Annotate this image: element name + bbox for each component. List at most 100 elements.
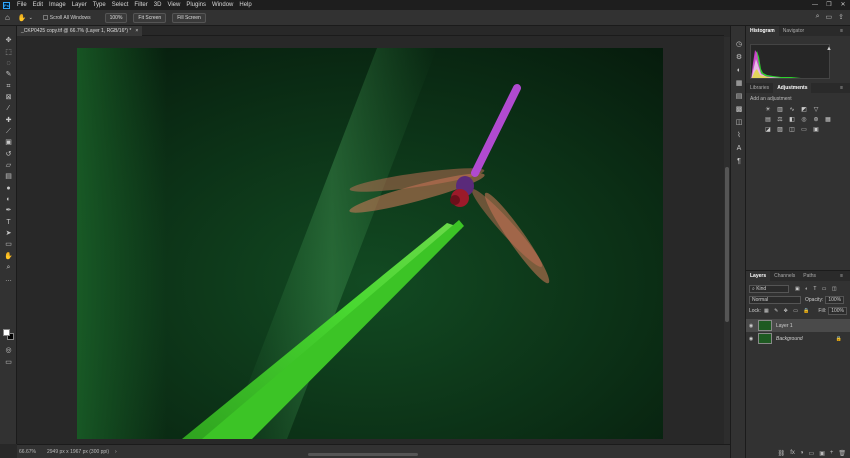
search-icon[interactable]: ⌕ (816, 13, 820, 21)
fx-icon[interactable]: fx (790, 450, 795, 456)
character-icon[interactable]: A (734, 144, 744, 154)
menu-plugins[interactable]: Plugins (183, 2, 209, 8)
tab-adjustments[interactable]: Adjustments (773, 83, 812, 93)
dodge-tool-icon[interactable]: ◐ (4, 195, 13, 204)
minimize-button[interactable]: — (808, 0, 822, 10)
document-tab[interactable]: _CKP0425 copy.tif @ 66.7% (Layer 1, RGB/… (17, 26, 143, 36)
paragraph-icon[interactable]: ¶ (734, 157, 744, 167)
stamp-tool-icon[interactable]: ▣ (4, 138, 13, 147)
history-brush-icon[interactable]: ↺ (4, 150, 13, 159)
brush-tool-icon[interactable]: ⟋ (4, 127, 13, 136)
menu-window[interactable]: Window (209, 2, 236, 8)
visibility-eye-icon[interactable]: ◉ (746, 336, 756, 342)
photo-filter-icon[interactable]: ◎ (800, 117, 808, 124)
more-tools-icon[interactable]: … (4, 275, 13, 284)
patterns-icon[interactable]: ▩ (734, 105, 744, 115)
photo-canvas[interactable] (77, 48, 663, 439)
gradients-icon[interactable]: ▤ (734, 92, 744, 102)
link-icon[interactable]: ⛓ (778, 450, 786, 457)
posterize-icon[interactable]: ▨ (776, 127, 784, 134)
properties-icon[interactable]: ⚙ (734, 53, 744, 63)
menu-select[interactable]: Select (109, 2, 132, 8)
lock-icons[interactable]: ▦ ✎ ✥ ▭ 🔒 (764, 308, 812, 314)
crop-tool-icon[interactable]: ⌗ (4, 82, 13, 91)
type-tool-icon[interactable]: T (4, 218, 13, 227)
quick-mask-icon[interactable]: ◎ (4, 346, 13, 355)
eyedropper-tool-icon[interactable]: ⁄ (4, 104, 13, 113)
path-select-icon[interactable]: ➤ (4, 229, 13, 238)
horizontal-scroll-thumb[interactable] (308, 453, 418, 456)
canvas-area[interactable] (17, 37, 724, 444)
frame-tool-icon[interactable]: ⊠ (4, 93, 13, 102)
filter-kind-select[interactable]: ⌕ Kind (749, 284, 789, 293)
menu-image[interactable]: Image (46, 2, 69, 8)
layer-filter-icons[interactable]: ▣ ◐ T ▭ ◫ (795, 286, 839, 292)
pen-tool-icon[interactable]: ✒ (4, 206, 13, 215)
gradient-tool-icon[interactable]: ▤ (4, 172, 13, 181)
zoom-level[interactable]: 66.67% (17, 449, 47, 455)
home-icon[interactable]: ⌂ (5, 13, 10, 22)
adjustment-layer-icon[interactable]: ▭ (809, 450, 815, 457)
layer-row-layer-1[interactable]: ◉ Layer 1 (746, 319, 850, 332)
menu-edit[interactable]: Edit (30, 2, 46, 8)
vertical-scroll-thumb[interactable] (725, 167, 729, 322)
menu-type[interactable]: Type (90, 2, 109, 8)
hand-tool-icon[interactable]: ✋ (4, 252, 13, 261)
invert-icon[interactable]: ◪ (764, 127, 772, 134)
restore-button[interactable]: ❐ (822, 0, 836, 10)
channels-icon[interactable]: ◫ (734, 118, 744, 128)
foreground-color[interactable] (3, 329, 10, 336)
scroll-all-checkbox[interactable]: Scroll All Windows (42, 14, 91, 21)
color-icon[interactable]: ◐ (734, 66, 744, 76)
swatches-icon[interactable]: ▦ (734, 79, 744, 89)
menu-file[interactable]: File (14, 2, 30, 8)
threshold-icon[interactable]: ◫ (788, 127, 796, 134)
lasso-tool-icon[interactable]: ◌ (4, 59, 13, 68)
history-icon[interactable]: ◷ (734, 40, 744, 50)
panel-menu-icon[interactable]: ≡ (836, 26, 847, 36)
tool-preset-chevron-icon[interactable]: ⌄ (29, 15, 33, 21)
checkbox-box[interactable] (42, 14, 48, 20)
menu-help[interactable]: Help (236, 2, 254, 8)
brightness-icon[interactable]: ☀ (764, 107, 772, 114)
gradient-map-icon[interactable]: ▭ (800, 127, 808, 134)
marquee-tool-icon[interactable]: ⬚ (4, 48, 13, 57)
selective-color-icon[interactable]: ▣ (812, 127, 820, 134)
share-icon[interactable]: ⇪ (838, 13, 844, 21)
tab-navigator[interactable]: Navigator (779, 26, 808, 36)
mask-icon[interactable]: ◑ (800, 450, 804, 456)
zoom-tool-icon[interactable]: ⌕ (4, 263, 13, 272)
layer-row-background[interactable]: ◉ Background 🔒 (746, 332, 850, 345)
group-icon[interactable]: ▣ (819, 450, 825, 457)
screen-mode-icon[interactable]: ▭ (4, 358, 13, 367)
tab-libraries[interactable]: Libraries (746, 83, 773, 93)
vibrance-icon[interactable]: ▽ (812, 107, 820, 114)
fill-field[interactable]: 100% (828, 306, 847, 315)
adjustments-menu-icon[interactable]: ≡ (836, 83, 847, 93)
levels-icon[interactable]: ▥ (776, 107, 784, 114)
tab-paths[interactable]: Paths (799, 271, 820, 281)
menu-layer[interactable]: Layer (69, 2, 90, 8)
new-layer-icon[interactable]: + (830, 450, 834, 456)
workspace-icon[interactable]: ▭ (826, 13, 833, 21)
paths-icon[interactable]: ⌇ (734, 131, 744, 141)
tab-layers[interactable]: Layers (746, 271, 771, 281)
healing-brush-icon[interactable]: ✚ (4, 116, 13, 125)
status-arrow-icon[interactable]: › (115, 449, 117, 455)
hue-sat-icon[interactable]: ▤ (764, 117, 772, 124)
close-tab-icon[interactable]: × (135, 26, 138, 36)
lock-icon[interactable]: 🔒 (836, 336, 842, 342)
fit-screen-button[interactable]: Fit Screen (133, 12, 167, 23)
move-tool-icon[interactable]: ✥ (4, 36, 13, 45)
color-lookup-icon[interactable]: ▦ (824, 117, 832, 124)
tab-channels[interactable]: Channels (770, 271, 799, 281)
color-balance-icon[interactable]: ⚖ (776, 117, 784, 124)
tab-histogram[interactable]: Histogram (746, 26, 779, 36)
exposure-icon[interactable]: ◩ (800, 107, 808, 114)
opacity-field[interactable]: 100% (825, 295, 845, 304)
menu-filter[interactable]: Filter (131, 2, 150, 8)
eraser-tool-icon[interactable]: ▱ (4, 161, 13, 170)
close-button[interactable]: ✕ (836, 0, 850, 10)
trash-icon[interactable]: 🗑 (838, 450, 846, 457)
color-swatches[interactable] (2, 328, 15, 341)
